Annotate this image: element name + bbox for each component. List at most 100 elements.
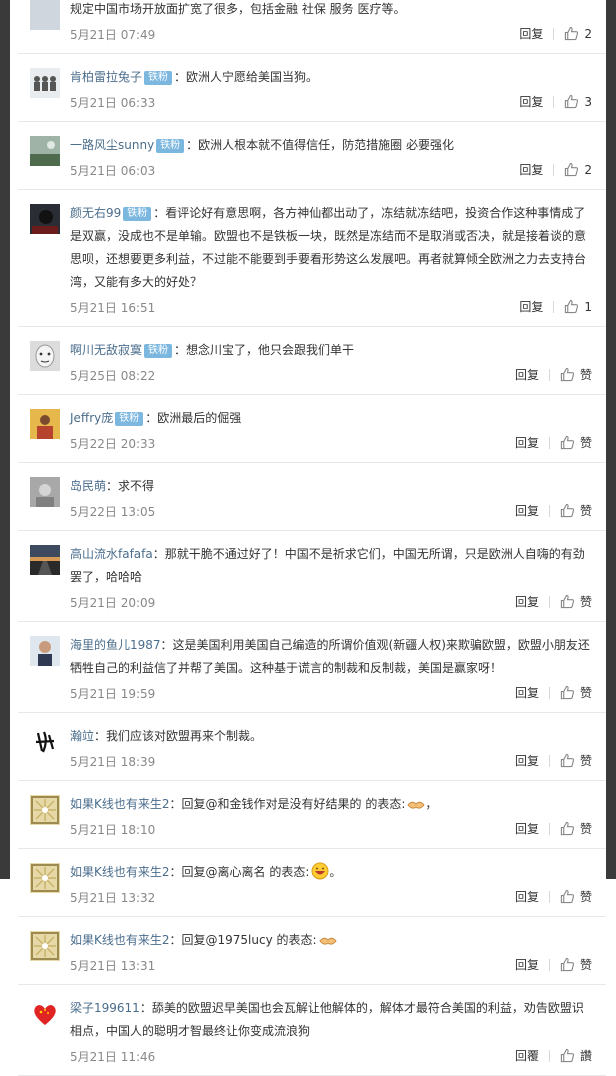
comment-meta: 5月25日 08:22 回复 赞 (70, 364, 592, 386)
thumbs-up-icon (560, 503, 580, 518)
comment-username-link[interactable]: 肯柏雷拉兔子 (70, 70, 142, 84)
comment-username-link[interactable]: 颜无右99 (70, 206, 121, 220)
user-avatar[interactable] (30, 545, 60, 575)
user-avatar[interactable] (30, 795, 60, 825)
comment-text: 一路风尘sunny 铁粉 ：欧洲人根本就不值得信任，防范措施圈 必要强化 (70, 134, 592, 157)
like-button[interactable]: 赞 (560, 684, 592, 701)
like-button[interactable]: 赞 (560, 434, 592, 451)
comment-item: Jeffry庞 铁粉 ：欧洲最后的倔强 5月22日 20:33 回复 赞 (18, 395, 606, 463)
comment-actions: 回复 赞 (515, 593, 592, 610)
like-button[interactable]: 赞 (560, 502, 592, 519)
comment-meta: 5月21日 16:51 回复 1 (70, 296, 592, 318)
reply-button[interactable]: 回复 (519, 25, 543, 42)
comment-meta: 5月21日 18:10 回复 赞 (70, 818, 592, 840)
comment-username-link[interactable]: 如果K线也有来生2 (70, 797, 170, 811)
like-button[interactable]: 赞 (560, 593, 592, 610)
comment-actions: 回复 2 (519, 161, 592, 178)
comment-body-tail: 。 (329, 865, 342, 879)
reply-button[interactable]: 回复 (515, 888, 539, 905)
comment-actions: 回复 2 (519, 25, 592, 42)
comment-actions: 回复 赞 (515, 888, 592, 905)
comment-username-link[interactable]: 如果K线也有来生2 (70, 865, 170, 879)
comment-username-link[interactable]: 如果K线也有来生2 (70, 933, 170, 947)
comment-body: ：想念川宝了，他只会跟我们单干 (174, 343, 355, 357)
user-avatar[interactable] (30, 863, 60, 893)
user-avatar[interactable] (30, 999, 60, 1029)
user-avatar[interactable] (30, 931, 60, 961)
comment-username-link[interactable]: Jeffry庞 (70, 411, 113, 425)
user-avatar[interactable] (30, 341, 60, 371)
reply-button[interactable]: 回复 (515, 752, 539, 769)
action-divider (553, 95, 555, 108)
reply-button[interactable]: 回覆 (515, 1047, 539, 1064)
comment-username-link[interactable]: 海里的鱼儿1987 (70, 638, 161, 652)
comment-text: 高山流水fafafa：那就干脆不通过好了！中国不是祈求它们，中国无所谓，只是欧洲… (70, 543, 592, 589)
action-divider (548, 436, 550, 449)
user-avatar[interactable] (30, 409, 60, 439)
reply-button[interactable]: 回复 (515, 956, 539, 973)
thumbs-up-icon (560, 594, 580, 609)
comment-username-link[interactable]: 高山流水fafafa (70, 547, 153, 561)
like-button[interactable]: 1 (564, 299, 592, 314)
like-button[interactable]: 赞 (560, 888, 592, 905)
like-button[interactable]: 赞 (560, 956, 592, 973)
reply-button[interactable]: 回复 (519, 93, 543, 110)
reply-button[interactable]: 回复 (519, 161, 543, 178)
like-count: 赞 (579, 754, 592, 768)
comment-text: 规定中国市场开放面扩宽了很多，包括金融 社保 服务 医疗等。 (70, 0, 592, 21)
like-count: 赞 (579, 436, 592, 450)
comment-timestamp: 5月21日 20:09 (70, 596, 156, 610)
user-avatar[interactable] (30, 636, 60, 666)
reply-button[interactable]: 回复 (515, 434, 539, 451)
action-divider (548, 686, 550, 699)
comment-item: 如果K线也有来生2：回复@和金钱作对是没有好结果的 的表态: ， 5月21日 18:… (18, 781, 606, 849)
comment-actions: 回覆 讚 (515, 1047, 592, 1064)
comment-text: 颜无右99 铁粉 ：看评论好有意思啊，各方神仙都出动了，冻结就冻结吧，投资合作这种事… (70, 202, 592, 294)
like-button[interactable]: 赞 (560, 366, 592, 383)
reply-button[interactable]: 回复 (519, 298, 543, 315)
action-divider (553, 163, 555, 176)
like-button[interactable]: 2 (564, 162, 592, 177)
like-button[interactable]: 讚 (560, 1047, 592, 1064)
reply-button[interactable]: 回复 (515, 820, 539, 837)
user-avatar[interactable] (30, 0, 60, 30)
comment-body: ：回复@和金钱作对是没有好结果的 的表态: (169, 797, 406, 811)
like-button[interactable]: 赞 (560, 752, 592, 769)
comment-meta: 5月21日 18:39 回复 赞 (70, 750, 592, 772)
fan-badge: 铁粉 (156, 139, 185, 153)
handshake-emoji-icon (317, 933, 337, 947)
comment-meta: 5月21日 13:32 回复 赞 (70, 886, 592, 908)
like-button[interactable]: 赞 (560, 820, 592, 837)
user-avatar[interactable] (30, 477, 60, 507)
reply-button[interactable]: 回复 (515, 366, 539, 383)
comment-body: ：我们应该对欧盟再来个制裁。 (94, 729, 263, 743)
comment-item: 颜无右99 铁粉 ：看评论好有意思啊，各方神仙都出动了，冻结就冻结吧，投资合作这种事… (18, 190, 606, 327)
thumbs-up-icon (560, 1048, 580, 1063)
reply-button[interactable]: 回复 (515, 593, 539, 610)
like-button[interactable]: 3 (564, 94, 592, 109)
comment-body: 规定中国市场开放面扩宽了很多，包括金融 社保 服务 医疗等。 (70, 2, 406, 16)
comment-username-link[interactable]: 岛民萌 (70, 479, 106, 493)
thumbs-up-icon (560, 753, 580, 768)
comment-timestamp: 5月22日 20:33 (70, 437, 156, 451)
comment-username-link[interactable]: 一路风尘sunny (70, 138, 154, 152)
comment-body: ：回复@1975lucy 的表态: (169, 933, 317, 947)
like-button[interactable]: 2 (564, 26, 592, 41)
reply-button[interactable]: 回复 (515, 684, 539, 701)
user-avatar[interactable] (30, 727, 60, 757)
comment-username-link[interactable]: 瀚竝 (70, 729, 94, 743)
user-avatar[interactable] (30, 136, 60, 166)
comment-timestamp: 5月21日 19:59 (70, 687, 156, 701)
comment-text: 啊川无敌寂寞 铁粉 ：想念川宝了，他只会跟我们单干 (70, 339, 592, 362)
comment-text: 岛民萌：求不得 (70, 475, 592, 498)
comment-text: 肯柏雷拉兔子 铁粉 ：欧洲人宁愿给美国当狗。 (70, 66, 592, 89)
user-avatar[interactable] (30, 68, 60, 98)
comment-username-link[interactable]: 啊川无敌寂寞 (70, 343, 142, 357)
user-avatar[interactable] (30, 204, 60, 234)
comment-username-link[interactable]: 梁子199611 (70, 1001, 140, 1015)
comment-item: 如果K线也有来生2：回复@离心离名 的表态: 。 5月21日 13:32 回复 赞 (18, 849, 606, 917)
comment-list: 规定中国市场开放面扩宽了很多，包括金融 社保 服务 医疗等。 5月21日 07:4… (18, 0, 606, 1076)
comment-text: 梁子199611：舔美的欧盟迟早美国也会瓦解让他解体的，解体才最符合美国的利益，… (70, 997, 592, 1043)
reply-button[interactable]: 回复 (515, 502, 539, 519)
thumbs-up-icon (560, 821, 580, 836)
